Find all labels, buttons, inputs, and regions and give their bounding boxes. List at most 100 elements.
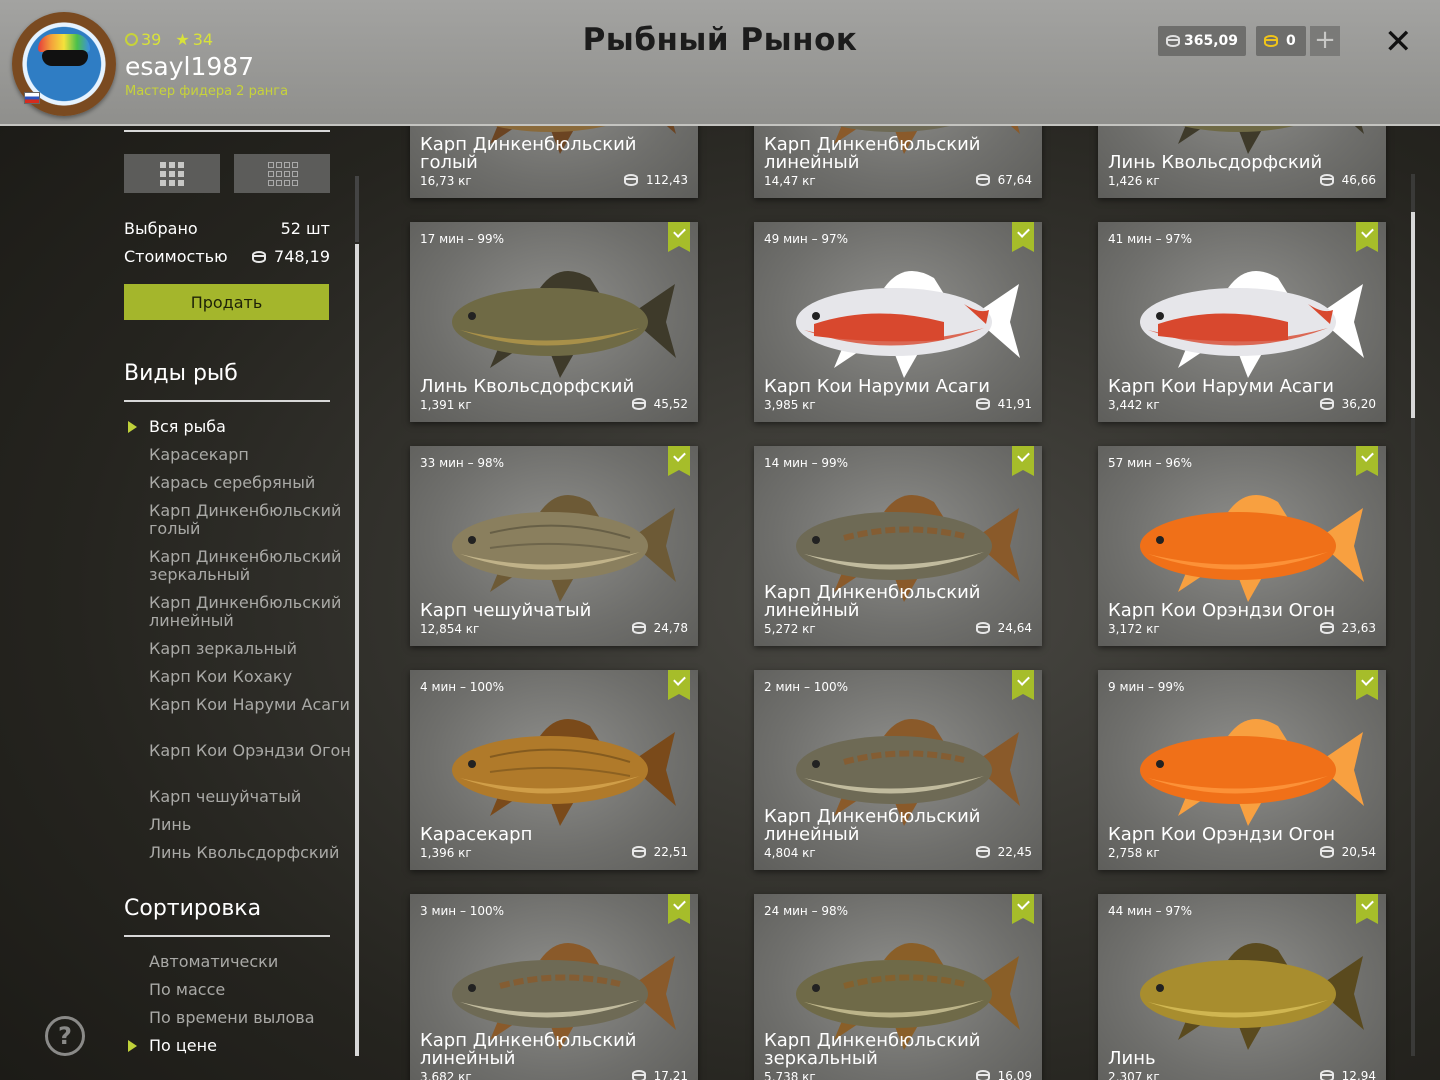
fish-image xyxy=(1140,942,1364,1050)
fish-name: Карп Динкенбюльский линейный xyxy=(764,582,981,621)
fish-weight: 3,172 кг xyxy=(1108,622,1160,636)
silver-coins-icon xyxy=(975,844,992,860)
fish-weight: 1,391 кг xyxy=(420,398,472,412)
selected-cost-row: Стоимостью 748,19 xyxy=(124,247,330,266)
silver-coins-icon xyxy=(975,396,992,412)
add-gold-button[interactable]: + xyxy=(1310,26,1340,56)
fish-image xyxy=(452,718,676,826)
species-item[interactable]: Карп Кои Кохаку xyxy=(124,668,355,686)
species-item[interactable]: Карп Динкенбюльский зеркальный xyxy=(124,548,355,584)
fish-card[interactable]: 33 мин – 98% Карп чешуйчатый 12,854 кг 24,7… xyxy=(410,446,698,646)
help-icon[interactable]: ? xyxy=(45,1016,85,1056)
sort-title: Сортировка xyxy=(124,896,262,921)
view-small-grid-button[interactable] xyxy=(234,154,330,193)
silver-coins-icon xyxy=(631,396,648,412)
catch-time: 44 мин – 97% xyxy=(1108,904,1193,918)
silver-coins-icon xyxy=(975,172,992,188)
fish-price: 24,64 xyxy=(975,620,1032,636)
fish-card[interactable]: 3 мин – 100% Карп Динкенбюльский линейный… xyxy=(410,894,698,1080)
fish-card[interactable]: 4 мин – 100% Карасекарп 1,396 кг 22,51 xyxy=(410,670,698,870)
species-item[interactable]: Линь Квольсдорфский xyxy=(124,844,355,862)
sidebar-scroll-track[interactable] xyxy=(355,176,359,242)
fish-weight: 1,426 кг xyxy=(1108,174,1160,188)
fish-price: 24,78 xyxy=(631,620,688,636)
fish-card[interactable]: Линь Квольсдорфский 1,426 кг 46,66 xyxy=(1098,126,1386,198)
sort-item[interactable]: По массе xyxy=(124,981,355,999)
fish-image xyxy=(1140,494,1364,602)
fish-price: 22,51 xyxy=(631,844,688,860)
catch-time: 57 мин – 96% xyxy=(1108,456,1193,470)
close-icon[interactable]: ✕ xyxy=(1384,22,1413,62)
fish-card[interactable]: 17 мин – 99% Линь Квольсдорфский 1,391 кг 4… xyxy=(410,222,698,422)
fish-card[interactable]: 57 мин – 96% Карп Кои Орэндзи Огон 3,172 к… xyxy=(1098,446,1386,646)
fish-weight: 2,307 кг xyxy=(1108,1070,1160,1080)
sell-button[interactable]: Продать xyxy=(124,284,329,320)
sort-item[interactable]: По цене xyxy=(124,1037,355,1055)
fish-price: 20,54 xyxy=(1319,844,1376,860)
selected-label: Выбрано xyxy=(124,219,198,238)
silver-coins-icon xyxy=(1319,1068,1336,1080)
species-item[interactable]: Карасекарп xyxy=(124,446,355,464)
silver-balance: 365,09 xyxy=(1158,26,1246,56)
grid-scrollbar[interactable] xyxy=(1411,212,1415,418)
fish-price: 23,63 xyxy=(1319,620,1376,636)
silver-coins-icon xyxy=(1319,620,1336,636)
fish-weight: 16,73 кг xyxy=(420,174,472,188)
fish-card[interactable]: 14 мин – 99% Карп Динкенбюльский линейный… xyxy=(754,446,1042,646)
fish-weight: 1,396 кг xyxy=(420,846,472,860)
sidebar: Выбрано 52 шт Стоимостью 748,19 Продать … xyxy=(124,126,351,1080)
silver-coins-icon xyxy=(252,249,268,265)
catch-time: 9 мин – 99% xyxy=(1108,680,1185,694)
view-large-grid-button[interactable] xyxy=(124,154,220,193)
species-item[interactable]: Карп зеркальный xyxy=(124,640,355,658)
fish-price: 36,20 xyxy=(1319,396,1376,412)
species-title: Виды рыб xyxy=(124,361,238,386)
fish-name: Карп Кои Орэндзи Огон xyxy=(1108,600,1336,621)
species-item[interactable]: Карп Динкенбюльский линейный xyxy=(124,594,355,630)
fish-image xyxy=(452,494,676,602)
species-item[interactable]: Вся рыба xyxy=(124,418,355,436)
fish-name: Линь Квольсдорфский xyxy=(420,376,635,397)
fish-weight: 3,442 кг xyxy=(1108,398,1160,412)
fish-card[interactable]: 24 мин – 98% Карп Динкенбюльский зеркальн… xyxy=(754,894,1042,1080)
sort-item[interactable]: Автоматически xyxy=(124,953,355,971)
sort-item[interactable]: По времени вылова xyxy=(124,1009,355,1027)
fish-weight: 5,272 кг xyxy=(764,622,816,636)
fish-name: Карп Динкенбюльский зеркальный xyxy=(764,1030,981,1069)
species-item[interactable]: Линь xyxy=(124,816,355,834)
fish-weight: 4,804 кг xyxy=(764,846,816,860)
catch-time: 2 мин – 100% xyxy=(764,680,849,694)
fish-card[interactable]: 9 мин – 99% Карп Кои Орэндзи Огон 2,758 кг… xyxy=(1098,670,1386,870)
species-item[interactable]: Карп Динкенбюльский голый xyxy=(124,502,355,538)
fish-card[interactable]: 49 мин – 97% Карп Кои Наруми Асаги 3,985 к… xyxy=(754,222,1042,422)
gold-balance: 0 xyxy=(1256,26,1306,56)
sidebar-scrollbar[interactable] xyxy=(355,244,359,1056)
silver-coins-icon xyxy=(631,844,648,860)
species-item[interactable]: Карп Кои Орэндзи Огон xyxy=(124,742,355,760)
divider xyxy=(124,130,330,132)
species-item[interactable]: Карп чешуйчатый xyxy=(124,788,355,806)
species-item[interactable]: Карась серебряный xyxy=(124,474,355,492)
fish-price: 112,43 xyxy=(624,172,688,188)
catch-time: 3 мин – 100% xyxy=(420,904,505,918)
species-item[interactable]: Карп Кои Наруми Асаги xyxy=(124,696,355,714)
fish-weight: 12,854 кг xyxy=(420,622,480,636)
gold-coins-icon xyxy=(1264,33,1280,49)
fish-image xyxy=(1140,270,1364,378)
fish-price: 67,64 xyxy=(975,172,1032,188)
fish-name: Карп Динкенбюльский голый xyxy=(420,134,637,173)
fish-image xyxy=(1140,718,1364,826)
catch-time: 24 мин – 98% xyxy=(764,904,849,918)
fish-name: Карп Динкенбюльский линейный xyxy=(764,134,981,173)
fish-card[interactable]: 2 мин – 100% Карп Динкенбюльский линейный… xyxy=(754,670,1042,870)
fish-price: 17,21 xyxy=(631,1068,688,1080)
fish-price: 45,52 xyxy=(631,396,688,412)
fish-card[interactable]: 41 мин – 97% Карп Кои Наруми Асаги 3,442 к… xyxy=(1098,222,1386,422)
selected-value: 52 шт xyxy=(280,219,330,238)
player-rank: Мастер фидера 2 ранга xyxy=(125,84,289,99)
fish-card[interactable]: Карп Динкенбюльский голый 16,73 кг 112,43 xyxy=(410,126,698,198)
top-bar: 39 ★ 34 esayl1987 Мастер фидера 2 ранга Р… xyxy=(0,0,1440,126)
silver-coins-icon xyxy=(631,1068,648,1080)
fish-card[interactable]: 44 мин – 97% Линь 2,307 кг 12,94 xyxy=(1098,894,1386,1080)
fish-card[interactable]: Карп Динкенбюльский линейный 14,47 кг 67,6… xyxy=(754,126,1042,198)
